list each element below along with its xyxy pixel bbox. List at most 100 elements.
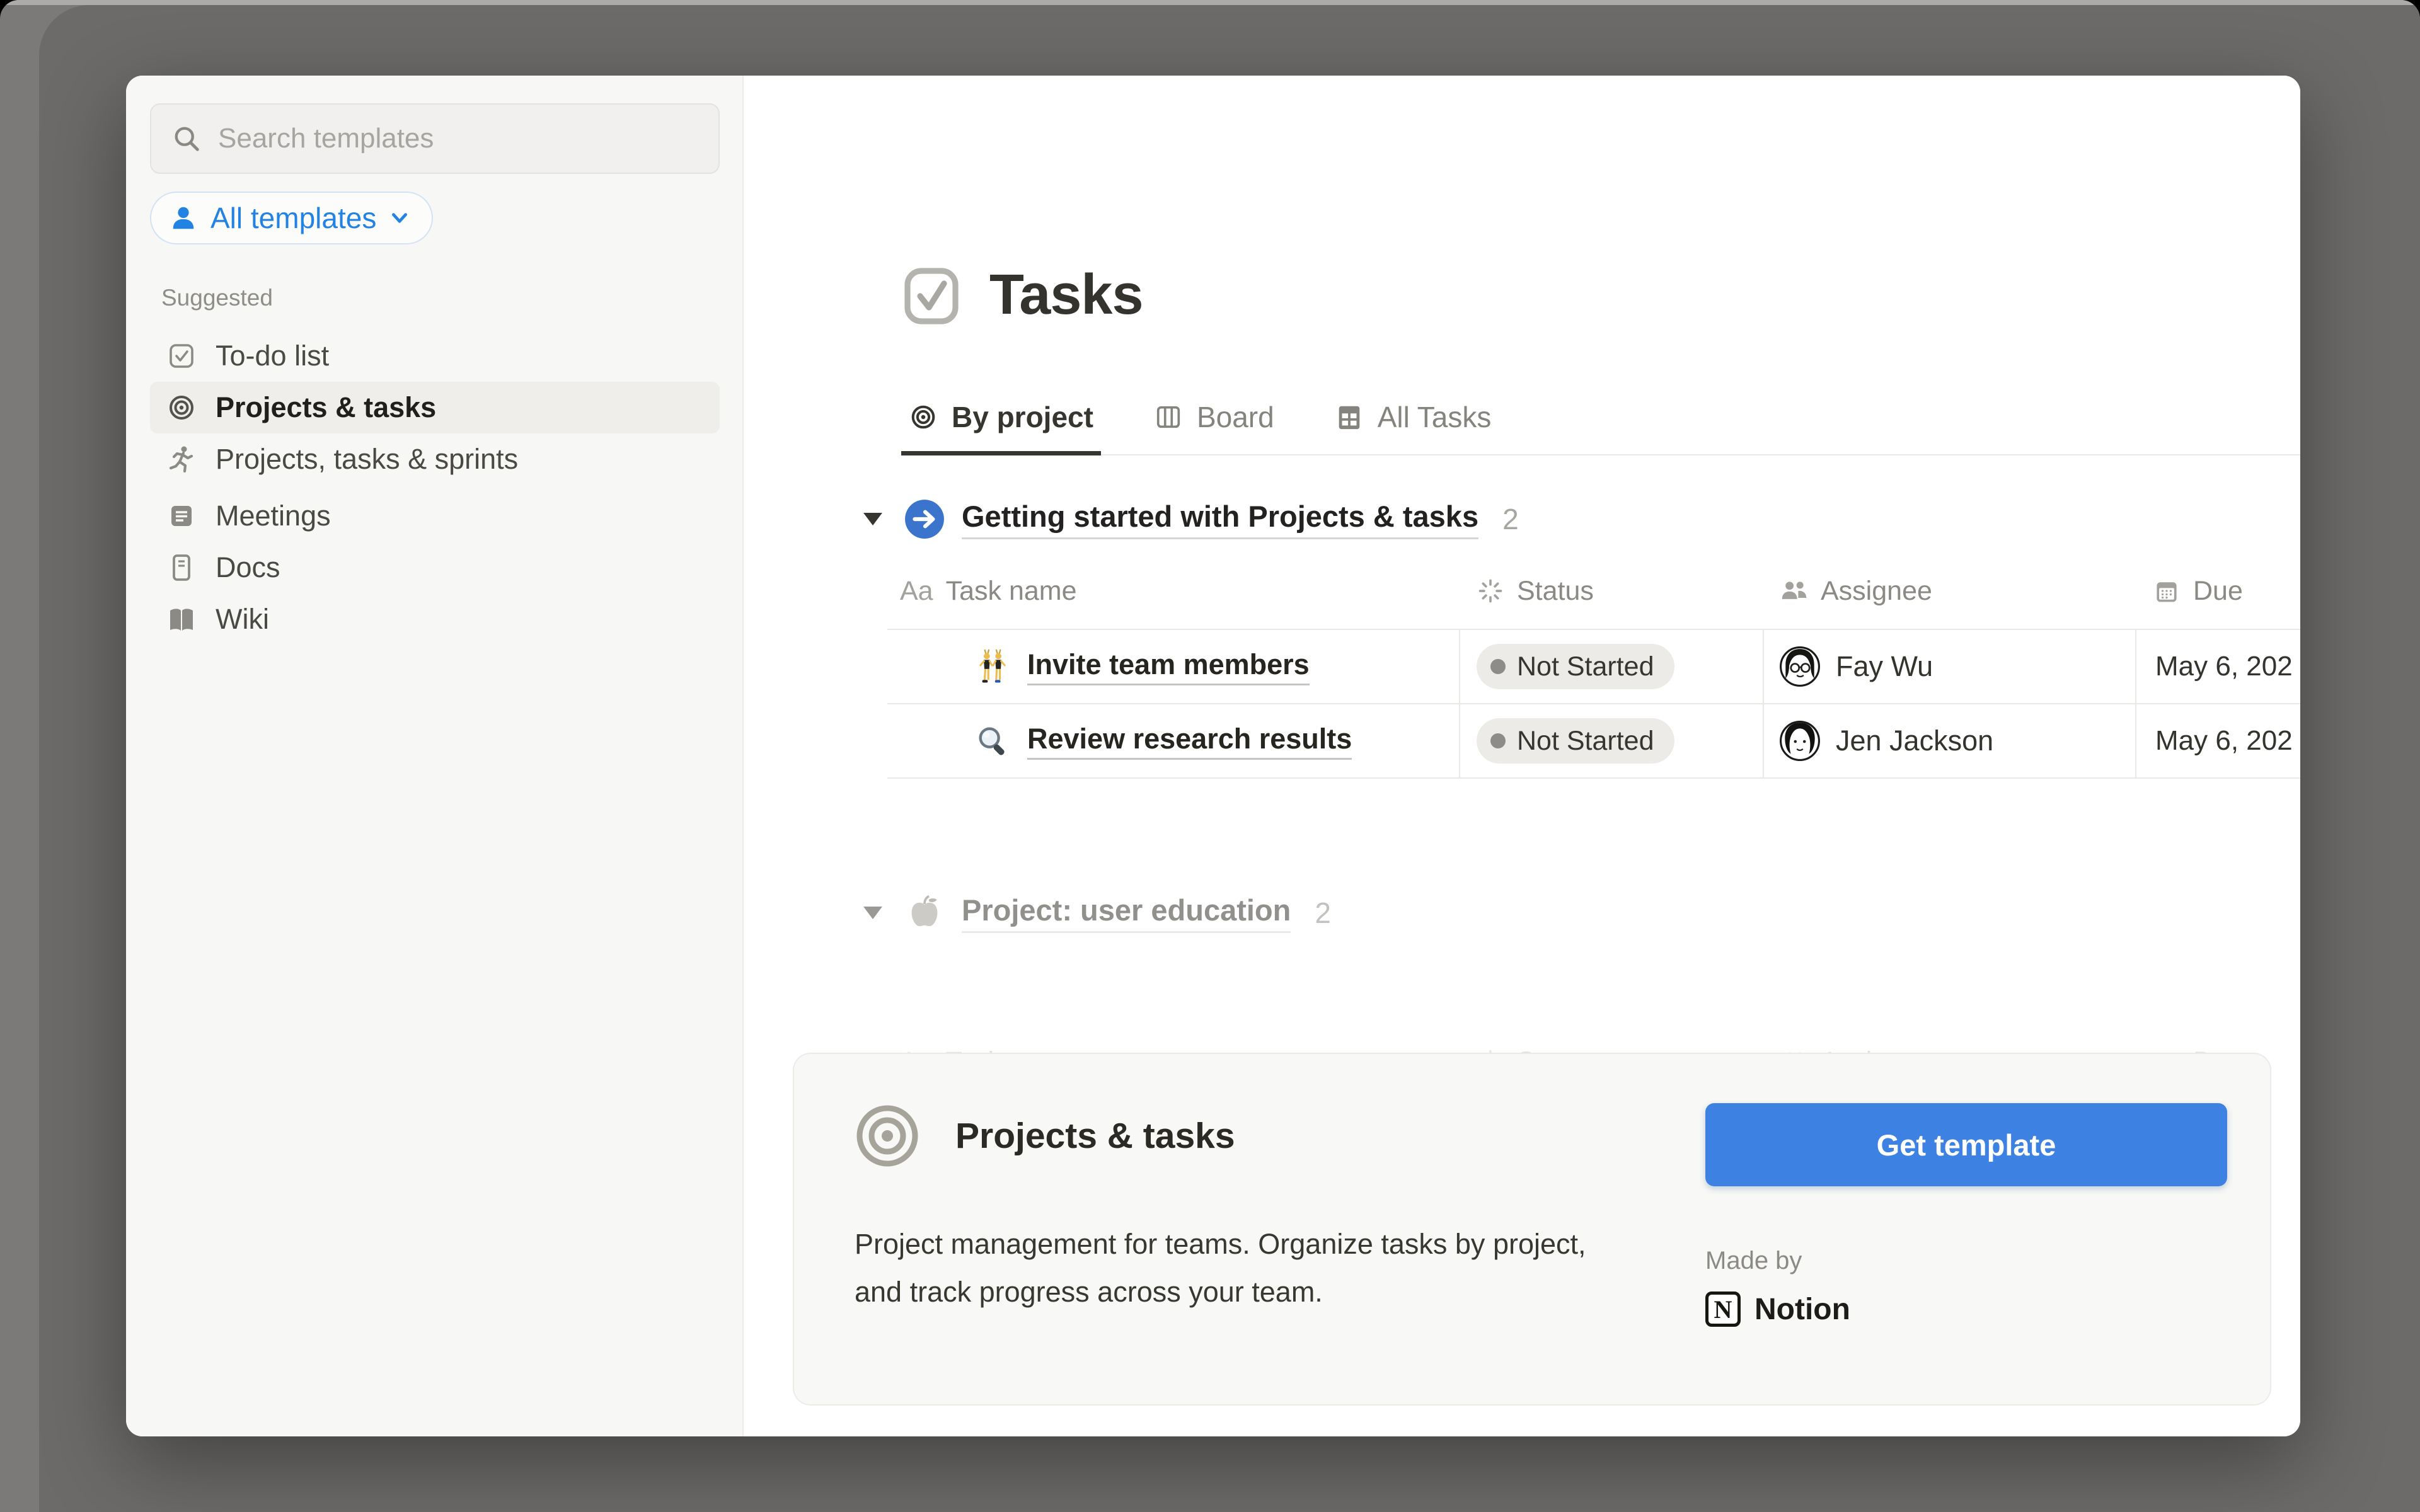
status-dot-icon — [1490, 659, 1506, 674]
all-templates-filter[interactable]: All templates — [150, 192, 433, 244]
table-row: Invite team members Not Started — [887, 630, 2300, 704]
sidebar-item-label: Wiki — [216, 603, 269, 636]
template-sidebar: All templates Suggested To-do list Proje… — [126, 76, 744, 1436]
sidebar-item-todo-list[interactable]: To-do list — [150, 330, 720, 382]
column-label: Due — [2193, 576, 2243, 607]
collapse-caret-icon[interactable] — [863, 907, 882, 919]
target-icon — [166, 392, 197, 423]
table-grid-icon — [1335, 403, 1364, 432]
status-cell: Not Started — [1459, 704, 1763, 777]
assignee-cell: Fay Wu — [1763, 630, 2135, 703]
table-body: Invite team members Not Started — [887, 629, 2300, 779]
screen-top-edge — [0, 0, 2420, 5]
table-row: Review research results Not Started — [887, 704, 2300, 779]
get-template-button[interactable]: Get template — [1705, 1103, 2227, 1186]
tab-all-tasks[interactable]: All Tasks — [1327, 382, 1499, 455]
sidebar-item-wiki[interactable]: Wiki — [150, 593, 720, 645]
blue-arrow-circle-icon — [904, 498, 945, 540]
view-tabs: By project Board All Tasks — [901, 382, 2300, 455]
tab-board[interactable]: Board — [1146, 382, 1282, 455]
table-header-row: Aa Task name Status Assignee Due — [887, 553, 2300, 629]
search-input[interactable] — [218, 123, 700, 154]
task-table: Aa Task name Status Assignee Due — [887, 553, 2300, 779]
magnifier-emoji — [976, 723, 1010, 759]
people-icon — [1780, 577, 1808, 605]
column-header-assignee[interactable]: Assignee — [1763, 576, 2135, 607]
sidebar-item-label: To-do list — [216, 340, 329, 372]
sidebar-item-projects-tasks-sprints[interactable]: Projects, tasks & sprints — [150, 433, 720, 485]
sidebar-item-docs[interactable]: Docs — [150, 542, 720, 593]
due-date-cell: May 6, 202 — [2135, 704, 2300, 777]
column-label: Assignee — [1821, 576, 1932, 607]
card-title-row: Projects & tasks — [855, 1103, 1661, 1169]
card-description: Project management for teams. Organize t… — [855, 1220, 1605, 1316]
status-label: Not Started — [1517, 726, 1654, 757]
runner-icon — [166, 444, 197, 474]
avatar-jen-jackson — [1779, 720, 1821, 762]
column-label: Task name — [946, 576, 1077, 607]
template-preview: Tasks By project Board All Tasks — [744, 76, 2300, 1436]
suggested-section-label: Suggested — [161, 285, 720, 311]
group-title-link[interactable]: Project: user education — [962, 893, 1291, 933]
notion-logo-icon: N — [1705, 1292, 1741, 1327]
assignee-cell: Jen Jackson — [1763, 704, 2135, 777]
status-cell: Not Started — [1459, 630, 1763, 703]
card-actions: Get template Made by N Notion — [1705, 1103, 2227, 1404]
task-cell: Review research results — [887, 704, 1459, 777]
sidebar-item-label: Projects, tasks & sprints — [216, 443, 518, 476]
task-name-link[interactable]: Review research results — [1027, 723, 1352, 760]
tab-label: By project — [952, 400, 1093, 434]
filter-label: All templates — [210, 201, 376, 235]
meeting-note-icon — [166, 501, 197, 531]
template-gallery-modal: All templates Suggested To-do list Proje… — [126, 76, 2300, 1436]
person-icon — [169, 203, 198, 232]
assignee-name: Fay Wu — [1836, 650, 1933, 683]
status-badge: Not Started — [1477, 718, 1674, 764]
chevron-down-icon — [389, 207, 410, 229]
tab-label: Board — [1197, 400, 1274, 434]
avatar-fay-wu — [1779, 646, 1821, 687]
search-icon — [170, 122, 203, 155]
assignee-name: Jen Jackson — [1836, 724, 1993, 757]
sidebar-item-projects-tasks[interactable]: Projects & tasks — [150, 382, 720, 433]
calendar-icon — [2153, 577, 2181, 605]
column-header-task-name[interactable]: Aa Task name — [887, 576, 1459, 607]
card-info: Projects & tasks Project management for … — [855, 1103, 1705, 1404]
column-header-status[interactable]: Status — [1459, 576, 1763, 607]
template-info-card: Projects & tasks Project management for … — [793, 1053, 2271, 1406]
column-header-due[interactable]: Due — [2135, 576, 2300, 607]
desktop-backdrop: All templates Suggested To-do list Proje… — [0, 0, 2420, 1512]
group-header-getting-started: Getting started with Projects & tasks 2 — [858, 496, 1519, 542]
collapse-caret-icon[interactable] — [863, 513, 882, 525]
group-header-user-education: Project: user education 2 — [858, 890, 1331, 936]
sidebar-item-label: Docs — [216, 551, 280, 584]
template-list: To-do list Projects & tasks Projects, ta… — [150, 330, 720, 645]
board-columns-icon — [1154, 403, 1183, 432]
page-title: Tasks — [989, 263, 1143, 328]
dancers-emoji — [976, 648, 1010, 685]
group-title-link[interactable]: Getting started with Projects & tasks — [962, 499, 1478, 539]
page-title-row: Tasks — [901, 263, 1143, 328]
sidebar-item-meetings[interactable]: Meetings — [150, 490, 720, 542]
todo-checkbox-icon — [166, 341, 197, 371]
due-date-cell: May 6, 202 — [2135, 630, 2300, 703]
checkbox-icon — [901, 263, 962, 328]
status-label: Not Started — [1517, 651, 1654, 682]
author-name: Notion — [1754, 1292, 1850, 1327]
status-dot-icon — [1490, 733, 1506, 748]
tab-label: All Tasks — [1378, 400, 1492, 434]
task-name-link[interactable]: Invite team members — [1027, 648, 1310, 685]
sidebar-item-label: Projects & tasks — [216, 391, 436, 424]
book-icon — [166, 604, 197, 634]
task-cell: Invite team members — [887, 630, 1459, 703]
status-badge: Not Started — [1477, 644, 1674, 689]
target-icon — [909, 403, 938, 432]
sidebar-item-label: Meetings — [216, 500, 331, 532]
tab-by-project[interactable]: By project — [901, 382, 1101, 455]
group-count: 2 — [1315, 896, 1331, 930]
group-count: 2 — [1502, 502, 1519, 536]
search-box[interactable] — [150, 103, 720, 174]
card-title: Projects & tasks — [955, 1115, 1235, 1157]
author-row: N Notion — [1705, 1292, 2227, 1327]
made-by-label: Made by — [1705, 1247, 2227, 1275]
